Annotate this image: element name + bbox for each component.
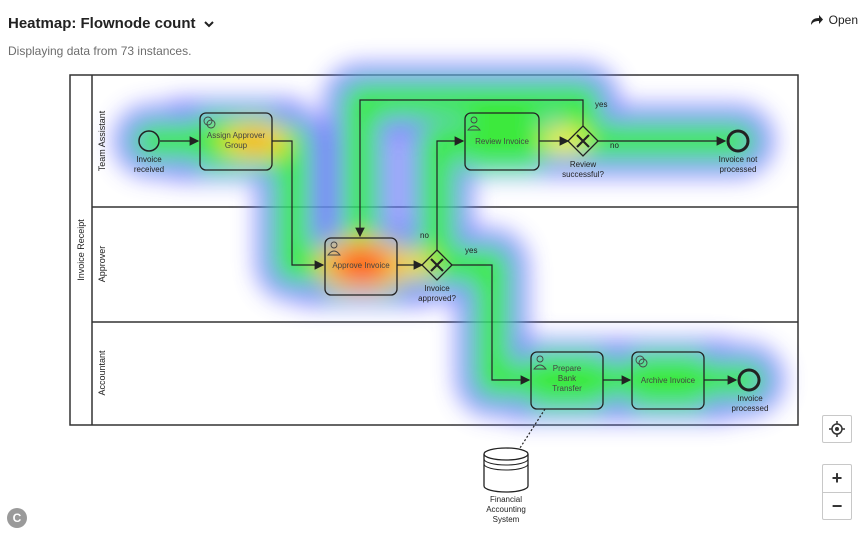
- data-store-financial-accounting[interactable]: [483, 447, 529, 493]
- archive-invoice-label: Archive Invoice: [641, 376, 696, 385]
- lane-label-accountant: Accountant: [97, 350, 107, 396]
- start-event-label: Invoice received: [134, 155, 164, 174]
- lane-label-team-assistant: Team Assistant: [97, 110, 107, 171]
- end-not-processed-label: Invoice not processed: [719, 155, 758, 174]
- camunda-logo: C: [7, 508, 27, 528]
- review-invoice-label: Review Invoice: [475, 137, 529, 146]
- approve-invoice-label: Approve Invoice: [332, 261, 390, 270]
- recenter-button[interactable]: [822, 415, 852, 443]
- data-store-label: Financial Accounting System: [486, 495, 526, 524]
- crosshair-icon: [829, 421, 845, 437]
- flow-label-approved-yes: yes: [465, 246, 477, 255]
- zoom-out-button[interactable]: −: [823, 492, 851, 520]
- lane-label-approver: Approver: [97, 246, 107, 283]
- zoom-in-button[interactable]: +: [823, 465, 851, 492]
- zoom-controls: + −: [822, 464, 852, 520]
- bpmn-diagram: Invoice Receipt Team Assistant Approver …: [69, 65, 799, 524]
- flow-label-review-no: no: [610, 141, 619, 150]
- flow-label-approved-no: no: [420, 231, 429, 240]
- flow-label-review-yes: yes: [595, 100, 607, 109]
- pool-label: Invoice Receipt: [76, 219, 86, 281]
